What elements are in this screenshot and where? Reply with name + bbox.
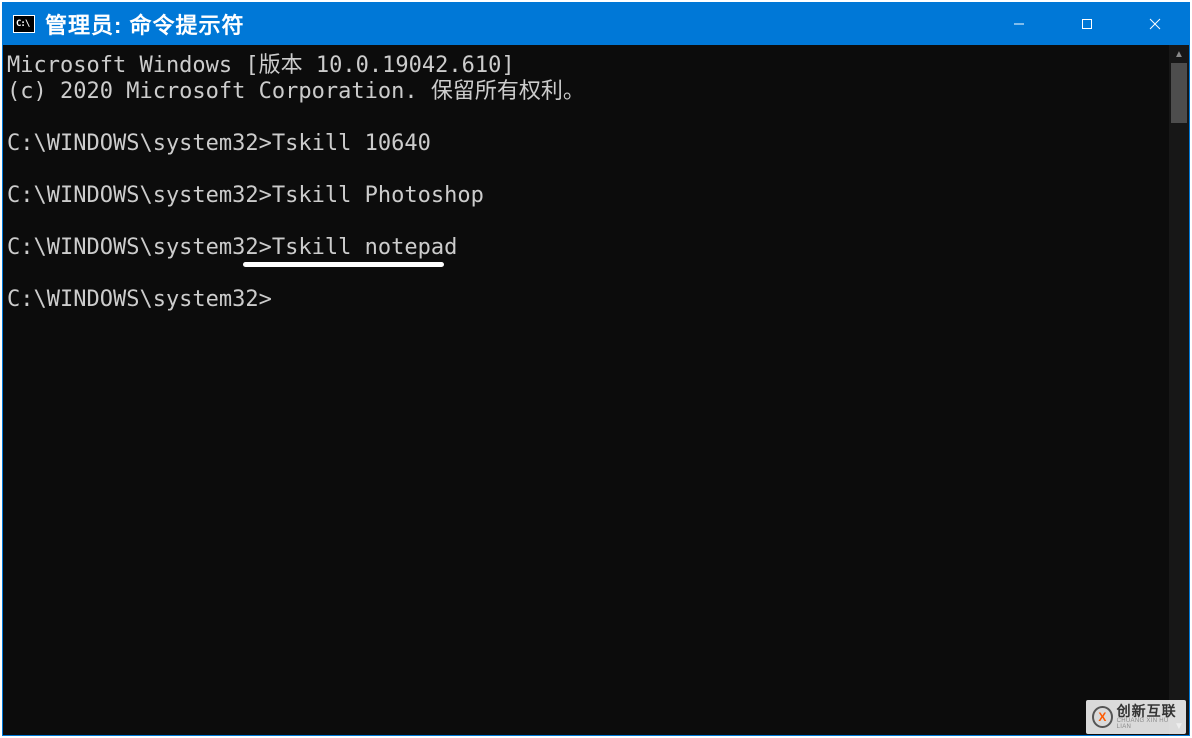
watermark-logo-char: X — [1098, 710, 1106, 724]
vertical-scrollbar[interactable]: ▲ ▼ — [1169, 45, 1189, 735]
app-icon: C:\ — [13, 15, 35, 33]
close-icon — [1149, 18, 1161, 30]
titlebar[interactable]: C:\ 管理员: 命令提示符 — [3, 3, 1189, 45]
terminal-line: C:\WINDOWS\system32>Tskill 10640 — [7, 131, 1165, 157]
scrollbar-thumb[interactable] — [1171, 63, 1187, 123]
watermark-sub: CHUANG XIN HU LIAN — [1117, 718, 1180, 730]
watermark: X 创新互联 CHUANG XIN HU LIAN — [1086, 700, 1186, 734]
terminal-line: C:\WINDOWS\system32>Tskill notepad — [7, 235, 1165, 261]
terminal-line — [7, 209, 1165, 235]
terminal-line: (c) 2020 Microsoft Corporation. 保留所有权利。 — [7, 79, 1165, 105]
watermark-text: 创新互联 CHUANG XIN HU LIAN — [1117, 704, 1180, 730]
minimize-icon — [1013, 18, 1025, 30]
client-area: Microsoft Windows [版本 10.0.19042.610](c)… — [3, 45, 1189, 735]
terminal-line — [7, 105, 1165, 131]
minimize-button[interactable] — [985, 3, 1053, 45]
cmd-window: C:\ 管理员: 命令提示符 Microsoft — [2, 2, 1190, 736]
maximize-icon — [1081, 18, 1093, 30]
watermark-logo-icon: X — [1092, 706, 1113, 728]
watermark-main: 创新互联 — [1117, 704, 1180, 718]
scroll-up-icon[interactable]: ▲ — [1169, 45, 1189, 63]
terminal-line: C:\WINDOWS\system32> — [7, 287, 1165, 313]
app-icon-glyph: C:\ — [16, 19, 29, 29]
terminal-line — [7, 157, 1165, 183]
terminal-line — [7, 261, 1165, 287]
close-button[interactable] — [1121, 3, 1189, 45]
window-title: 管理员: 命令提示符 — [45, 8, 244, 40]
terminal-line: C:\WINDOWS\system32>Tskill Photoshop — [7, 183, 1165, 209]
terminal-line: Microsoft Windows [版本 10.0.19042.610] — [7, 53, 1165, 79]
window-controls — [985, 3, 1189, 45]
maximize-button[interactable] — [1053, 3, 1121, 45]
terminal-output[interactable]: Microsoft Windows [版本 10.0.19042.610](c)… — [3, 45, 1169, 735]
